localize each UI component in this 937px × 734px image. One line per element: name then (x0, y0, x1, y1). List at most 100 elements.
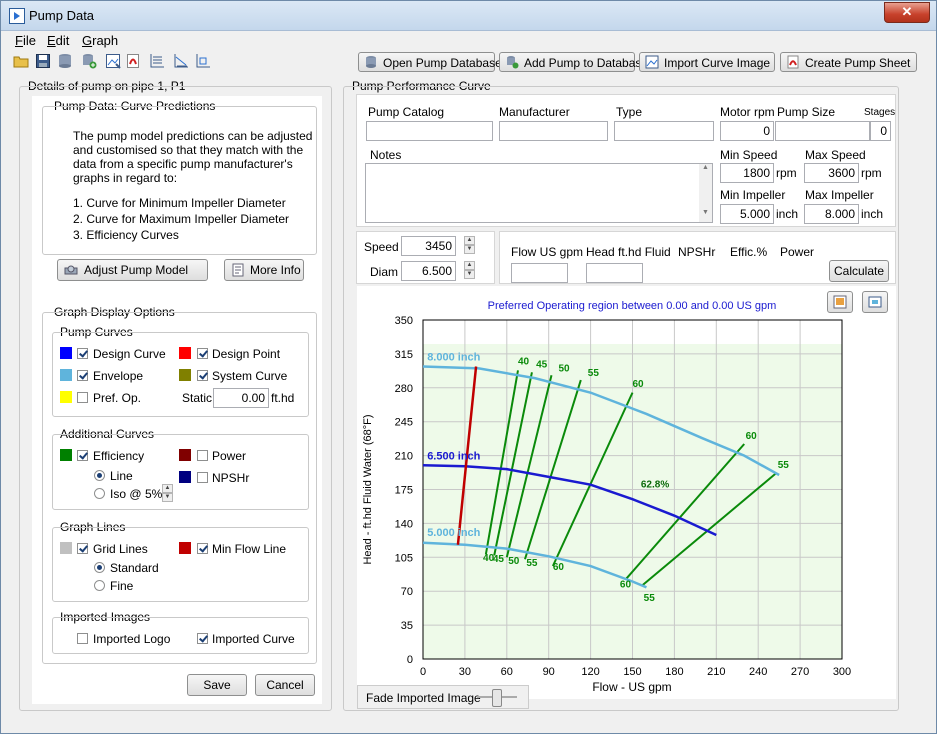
line-radio[interactable] (94, 470, 105, 481)
open-folder-icon[interactable] (13, 53, 29, 69)
design-curve-swatch (60, 347, 72, 359)
min-impeller-input[interactable]: 5.000 (720, 204, 774, 224)
pref-op-checkbox[interactable] (77, 392, 88, 403)
iso-radio[interactable] (94, 488, 105, 499)
add-pump-to-database-button[interactable]: Add Pump to Database (499, 52, 648, 72)
manufacturer-label: Manufacturer (499, 105, 570, 119)
spin-up-icon[interactable]: ▲ (464, 261, 475, 270)
motor-rpm-label: Motor rpm (720, 105, 775, 119)
spin-up-icon[interactable]: ▲ (162, 484, 173, 493)
curve-edit-icon[interactable] (173, 53, 189, 69)
max-speed-label: Max Speed (805, 148, 866, 162)
min-speed-input[interactable]: 1800 (720, 163, 774, 183)
chart-annotation: 45 (493, 554, 505, 565)
stages-input[interactable]: 0 (870, 121, 891, 141)
max-speed-input[interactable]: 3600 (804, 163, 859, 183)
npshr-checkbox[interactable] (197, 472, 208, 483)
design-point-swatch (179, 347, 191, 359)
motor-rpm-input[interactable]: 0 (720, 121, 774, 141)
cancel-button[interactable]: Cancel (255, 674, 315, 696)
chart-zoom-button[interactable] (862, 291, 888, 313)
adjust-pump-model-button[interactable]: Adjust Pump Model (57, 259, 208, 281)
standard-radio[interactable] (94, 562, 105, 573)
head-input[interactable] (586, 263, 643, 283)
type-label: Type (616, 105, 643, 119)
scroll-up-icon[interactable]: ▲ (699, 164, 712, 171)
more-info-button[interactable]: More Info (224, 259, 304, 281)
open-pump-database-button[interactable]: Open Pump Database (358, 52, 502, 72)
chart-annotation: 60 (746, 431, 758, 442)
pump-size-input[interactable] (775, 121, 870, 141)
calculate-button[interactable]: Calculate (829, 260, 889, 282)
design-curve-checkbox[interactable] (77, 348, 88, 359)
max-speed-unit: rpm (861, 166, 882, 180)
type-input[interactable] (614, 121, 714, 141)
speed-spinner[interactable]: ▲ ▼ (464, 236, 475, 255)
menu-graph[interactable]: Graph (82, 33, 118, 48)
envelope-checkbox[interactable] (77, 370, 88, 381)
min-flow-checkbox[interactable] (197, 543, 208, 554)
diam-input[interactable]: 6.500 (401, 261, 456, 281)
y-tick-label: 315 (395, 349, 413, 361)
graph-lines-frame (52, 527, 309, 602)
npshr-swatch (179, 471, 191, 483)
design-point-checkbox[interactable] (197, 348, 208, 359)
database-add-icon[interactable] (81, 53, 97, 69)
efficiency-label: Efficiency (93, 449, 145, 463)
spin-up-icon[interactable]: ▲ (464, 236, 475, 245)
menu-file[interactable]: File (15, 33, 36, 48)
imported-curve-checkbox[interactable] (197, 633, 208, 644)
import-curve-image-button[interactable]: Import Curve Image (639, 52, 775, 72)
power-checkbox[interactable] (197, 450, 208, 461)
y-tick-label: 210 (395, 451, 413, 463)
y-tick-label: 105 (395, 552, 413, 564)
fine-radio[interactable] (94, 580, 105, 591)
menu-bar: File Edit Graph (1, 31, 936, 49)
save-icon[interactable] (35, 53, 51, 69)
imported-logo-checkbox[interactable] (77, 633, 88, 644)
scroll-down-icon[interactable]: ▼ (699, 209, 712, 216)
grid-lines-checkbox[interactable] (77, 543, 88, 554)
save-button[interactable]: Save (187, 674, 247, 696)
pump-catalog-input[interactable] (366, 121, 493, 141)
x-tick-label: 0 (420, 666, 426, 678)
system-curve-label: System Curve (212, 369, 288, 383)
chart-settings-icon[interactable] (149, 53, 165, 69)
envelope-swatch (60, 369, 72, 381)
manufacturer-input[interactable] (499, 121, 608, 141)
flow-input[interactable] (511, 263, 568, 283)
fade-slider-thumb[interactable] (492, 689, 502, 707)
notes-textarea[interactable] (365, 163, 713, 223)
spin-down-icon[interactable]: ▼ (464, 270, 475, 279)
close-button[interactable]: ✕ (884, 2, 930, 23)
chart-annotation: 5.000 inch (427, 527, 480, 539)
iso-spinner[interactable]: ▲ ▼ (162, 484, 173, 503)
create-pump-sheet-button[interactable]: Create Pump Sheet (780, 52, 917, 72)
fine-label: Fine (110, 579, 134, 593)
iso-value[interactable]: 5% (145, 487, 162, 501)
import-image-icon[interactable] (105, 53, 121, 69)
y-tick-label: 280 (395, 383, 413, 395)
chart-image-button[interactable] (827, 291, 853, 313)
spin-down-icon[interactable]: ▼ (162, 493, 173, 502)
pdf-icon[interactable] (125, 53, 141, 69)
notes-scrollbar[interactable]: ▲ ▼ (699, 164, 712, 222)
efficiency-checkbox[interactable] (77, 450, 88, 461)
chart-annotation: 50 (558, 363, 570, 374)
predictions-text-4: graphs in regard to: (73, 171, 178, 185)
menu-edit[interactable]: Edit (47, 33, 69, 48)
speed-input[interactable]: 3450 (401, 236, 456, 256)
diam-spinner[interactable]: ▲ ▼ (464, 261, 475, 280)
max-impeller-input[interactable]: 8.000 (804, 204, 859, 224)
curve-fit-icon[interactable] (195, 53, 211, 69)
system-curve-checkbox[interactable] (197, 370, 208, 381)
effic-output-label: Effic.% (730, 245, 768, 259)
predictions-text-1: The pump model predictions can be adjust… (73, 129, 313, 143)
import-image-icon (645, 55, 659, 69)
chart-annotation: 45 (536, 359, 548, 370)
spin-down-icon[interactable]: ▼ (464, 245, 475, 254)
chart-annotation: 55 (644, 593, 656, 604)
static-input[interactable]: 0.00 (213, 388, 269, 408)
imported-curve-label: Imported Curve (212, 632, 295, 646)
database-icon[interactable] (57, 53, 73, 69)
